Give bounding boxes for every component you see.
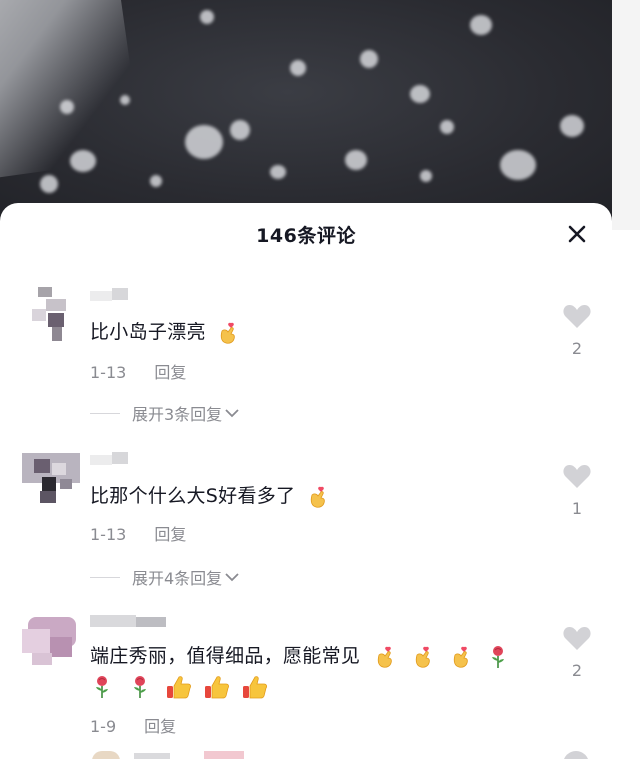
like-button[interactable]: 2	[560, 625, 594, 680]
reply-button[interactable]: 回复	[154, 363, 186, 382]
close-button[interactable]	[562, 219, 592, 249]
bokeh-dot	[70, 150, 96, 172]
finger-heart-icon	[415, 646, 430, 668]
comment-item-partial	[0, 747, 612, 759]
thumbs-up-icon	[205, 676, 230, 699]
bokeh-dot	[290, 60, 306, 76]
username[interactable]	[90, 611, 170, 627]
expand-replies-button[interactable]: 展开3条回复	[90, 401, 240, 425]
thumbs-up-icon	[243, 676, 268, 699]
avatar[interactable]	[22, 287, 80, 345]
expand-replies-button[interactable]: 展开4条回复	[90, 565, 240, 589]
comment-date: 1-13	[90, 525, 127, 544]
comment-count-title: 146条评论	[256, 225, 356, 247]
comment-meta: 1-9 回复	[90, 713, 176, 737]
close-icon	[568, 225, 586, 243]
comment-meta: 1-13 回复	[90, 521, 186, 545]
rose-icon	[96, 676, 108, 698]
finger-heart-icon	[377, 646, 392, 668]
comment-meta: 1-13 回复	[90, 359, 186, 383]
comment-date: 1-13	[90, 363, 127, 382]
bokeh-dot	[185, 125, 223, 159]
bokeh-dot	[420, 170, 432, 182]
bokeh-dot	[470, 15, 492, 35]
avatar[interactable]	[22, 611, 80, 669]
like-count: 1	[571, 499, 583, 518]
bokeh-dot	[410, 85, 430, 103]
bokeh-dot	[200, 10, 214, 24]
heart-icon[interactable]	[563, 751, 589, 759]
divider-line	[90, 412, 120, 414]
bokeh-dot	[270, 165, 286, 179]
bokeh-dot	[345, 150, 367, 170]
divider-line	[90, 576, 120, 578]
bokeh-dot	[560, 115, 584, 137]
finger-heart-icon	[220, 322, 235, 344]
finger-heart-icon	[310, 486, 325, 508]
like-count: 2	[571, 661, 583, 680]
like-count: 2	[571, 339, 583, 358]
bokeh-dot	[150, 175, 162, 187]
heart-icon	[563, 627, 591, 650]
like-button[interactable]: 2	[560, 303, 594, 358]
comment-sheet: 146条评论 比小岛子漂亮 1-13 回复 展开3条回复 2 比那个什么大S好看…	[0, 203, 612, 759]
comment-text: 比那个什么大S好看多了	[90, 481, 330, 509]
avatar[interactable]	[22, 449, 80, 507]
username[interactable]	[90, 285, 130, 301]
heart-icon	[563, 465, 591, 488]
like-button[interactable]: 1	[560, 463, 594, 518]
comment-date: 1-9	[90, 717, 117, 736]
rose-icon	[134, 676, 147, 698]
bokeh-dot	[360, 50, 378, 68]
bokeh-dot	[40, 175, 58, 193]
reply-button[interactable]: 回复	[144, 717, 176, 736]
chevron-down-icon	[225, 573, 239, 582]
finger-heart-icon	[454, 646, 469, 668]
comment-text: 比小岛子漂亮	[90, 317, 240, 345]
comment-text: 端庄秀丽，值得细品，愿能常见	[90, 641, 510, 669]
video-background	[0, 0, 640, 230]
badge	[204, 751, 244, 759]
reply-button[interactable]: 回复	[154, 525, 186, 544]
username[interactable]	[90, 449, 130, 465]
bokeh-dot	[60, 100, 74, 114]
chevron-down-icon	[225, 409, 239, 418]
video-edge	[612, 0, 640, 230]
bokeh-dot	[120, 95, 130, 105]
bokeh-dot	[230, 120, 250, 140]
bokeh-dot	[440, 120, 454, 134]
comment-text-emoji-line	[90, 675, 269, 699]
rose-icon	[491, 645, 504, 668]
heart-icon	[563, 305, 591, 328]
bokeh-dot	[500, 150, 536, 180]
avatar[interactable]	[92, 751, 120, 759]
username[interactable]	[134, 753, 170, 759]
thumbs-up-icon	[166, 676, 191, 699]
